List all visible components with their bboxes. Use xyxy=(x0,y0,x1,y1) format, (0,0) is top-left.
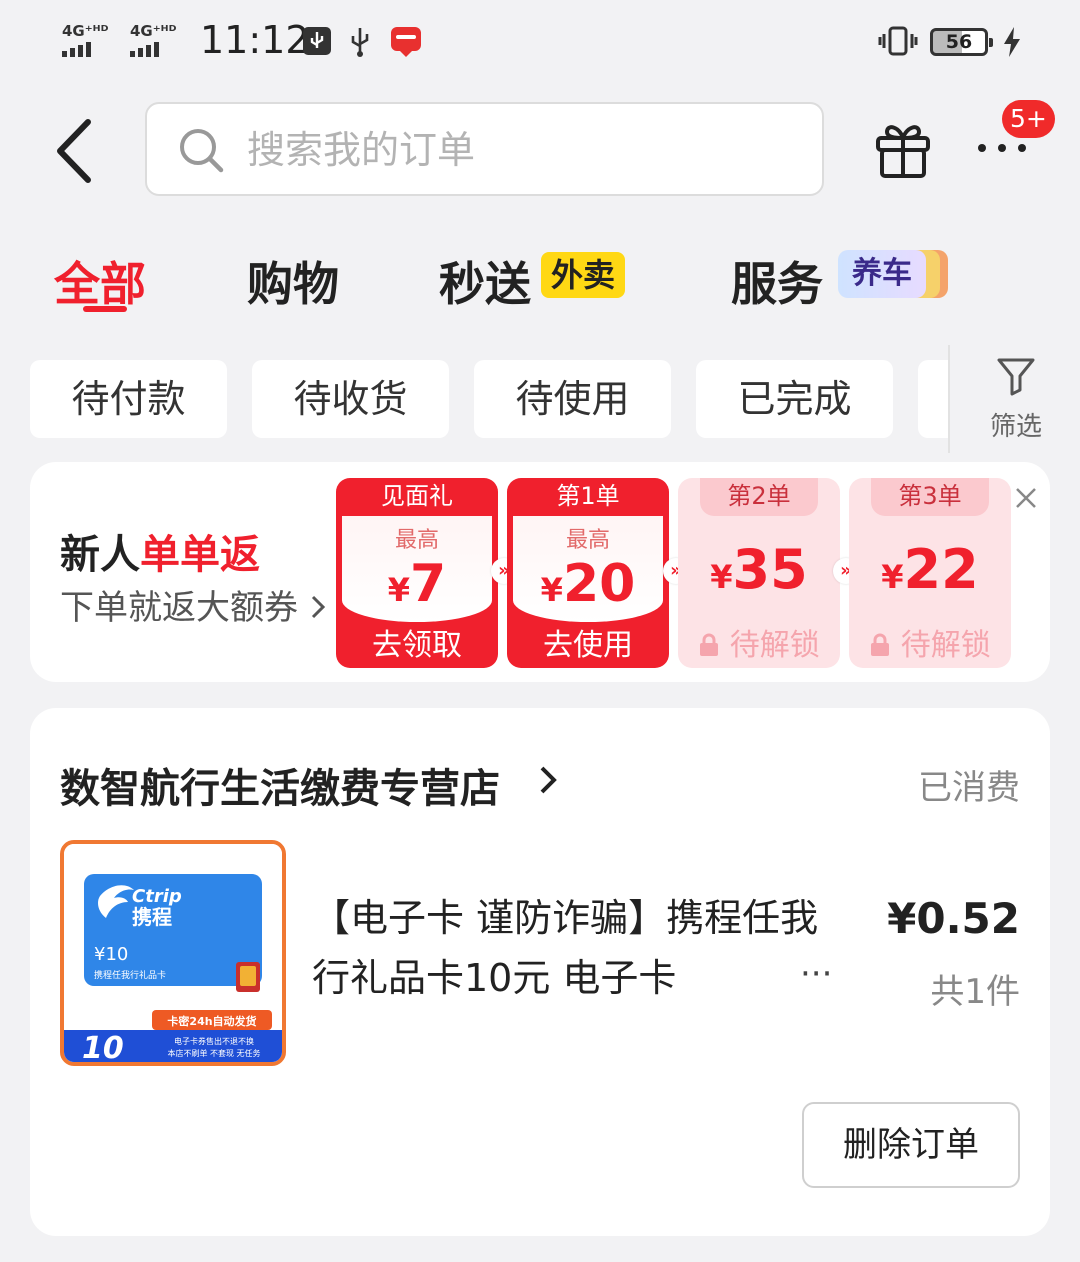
battery-indicator: 56 xyxy=(930,28,993,56)
filter-label: 筛选 xyxy=(989,412,1042,442)
coupon-currency: ¥ xyxy=(710,558,733,596)
coupon-third-order[interactable]: 第3单 ¥22 待解锁 xyxy=(849,478,1011,668)
tab-active-indicator xyxy=(83,306,127,312)
coupon-amount: ¥35 xyxy=(678,538,840,609)
coupon-head: 第2单 xyxy=(700,478,818,516)
order-price: ¥0.52 xyxy=(887,894,1020,943)
coupon-value: 35 xyxy=(732,538,808,601)
lock-icon xyxy=(700,633,719,656)
coupon-action[interactable]: 去领取 xyxy=(336,628,498,664)
tab-all[interactable]: 全部 xyxy=(54,248,146,314)
coupon-amount: ¥22 xyxy=(849,538,1011,609)
close-icon[interactable] xyxy=(1014,486,1038,510)
new-user-promo-card[interactable]: 新人单单返 下单就返大额券 见面礼 最高 ¥7 去领取 » 第1单 最高 ¥20… xyxy=(30,462,1050,682)
promo-subtitle-text: 下单就返大额券 xyxy=(60,588,298,628)
thumb-note-2: 本店不刷单 不套现 无任务 xyxy=(167,1048,260,1058)
promo-title-highlight: 单单返 xyxy=(140,532,260,578)
search-input[interactable] xyxy=(247,122,787,178)
funnel-icon xyxy=(997,358,1035,396)
cloud-pay-app-icon xyxy=(391,27,421,57)
chevron-right-icon xyxy=(311,595,325,619)
order-quantity: 共1件 xyxy=(930,972,1020,1012)
coupon-locked-text: 待解锁 xyxy=(900,628,991,663)
ctrip-gift-card-image: Ctrip 携程 ¥10 携程任我行礼品卡 卡密24h自动发货 10 电子卡券售… xyxy=(64,844,282,1062)
coupon-head: 见面礼 xyxy=(381,482,453,510)
thumb-card-name: 携程任我行礼品卡 xyxy=(94,969,166,981)
tab-delivery[interactable]: 秒送 xyxy=(439,248,531,314)
store-name[interactable]: 数智航行生活缴费专营店 xyxy=(60,756,500,814)
coupon-locked-label: 待解锁 xyxy=(849,628,1011,664)
coupon-currency: ¥ xyxy=(387,571,411,609)
tab-delivery-tag: 外卖 xyxy=(541,252,626,298)
clock: 11:12 xyxy=(200,18,310,62)
tab-services-tag: 养车 xyxy=(838,250,948,298)
promo-title-prefix: 新人 xyxy=(60,532,140,578)
coupon-welcome-gift[interactable]: 见面礼 最高 ¥7 去领取 xyxy=(336,478,498,668)
order-status: 已消费 xyxy=(918,768,1020,808)
filter-chip-completed[interactable]: 已完成 xyxy=(696,360,893,438)
signal-indicator-2: 4G⁺ᴴᴰ xyxy=(130,24,176,57)
tab-shopping[interactable]: 购物 xyxy=(247,248,339,314)
filter-chip-pending-use[interactable]: 待使用 xyxy=(474,360,671,438)
filter-button[interactable]: 筛选 xyxy=(978,356,1054,443)
charging-icon xyxy=(1004,27,1020,57)
thumb-brand-cn: 携程 xyxy=(132,905,172,929)
coupon-currency: ¥ xyxy=(540,571,563,609)
filter-chip-pending-receipt[interactable]: 待收货 xyxy=(252,360,449,438)
coupon-head: 第1单 xyxy=(556,482,620,510)
filter-chip-pending-payment[interactable]: 待付款 xyxy=(30,360,227,438)
network-type-1: 4G⁺ᴴᴰ xyxy=(62,22,109,40)
notification-badge: 5+ xyxy=(1002,100,1055,138)
gift-icon[interactable] xyxy=(872,118,934,180)
thumb-note-1: 电子卡券售出不退不换 xyxy=(174,1036,254,1046)
order-card[interactable]: 数智航行生活缴费专营店 已消费 Ctrip 携程 ¥10 携程任我行礼品卡 卡密… xyxy=(30,708,1050,1236)
tab-services[interactable]: 服务 xyxy=(731,248,823,314)
coupon-action[interactable]: 去使用 xyxy=(507,628,669,664)
coupon-max-label: 最高 xyxy=(565,528,610,553)
thumb-brand: Ctrip xyxy=(132,886,182,907)
filter-divider xyxy=(948,345,950,453)
delete-order-button[interactable]: 删除订单 xyxy=(802,1102,1020,1188)
search-box[interactable] xyxy=(145,102,824,196)
usb-icon xyxy=(351,28,369,57)
promo-title: 新人单单返 xyxy=(60,522,260,580)
network-type-2: 4G⁺ᴴᴰ xyxy=(130,22,177,40)
product-name-ellipsis: ··· xyxy=(800,954,833,994)
coupon-first-order[interactable]: 第1单 最高 ¥20 去使用 xyxy=(507,478,669,668)
promo-subtitle[interactable]: 下单就返大额券 xyxy=(60,580,327,629)
product-name[interactable]: 【电子卡 谨防诈骗】携程任我行礼品卡10元 电子卡 xyxy=(312,888,832,1008)
coupon-second-order[interactable]: 第2单 ¥35 待解锁 xyxy=(678,478,840,668)
search-icon xyxy=(180,129,224,173)
thumb-banner: 卡密24h自动发货 xyxy=(167,1014,256,1028)
usb-debug-icon xyxy=(303,27,331,55)
coupon-locked-text: 待解锁 xyxy=(729,628,820,663)
coupon-value: 20 xyxy=(562,554,636,614)
coupon-value: 22 xyxy=(903,538,979,601)
coupon-max-label: 最高 xyxy=(394,528,439,553)
coupon-amount: ¥20 xyxy=(507,554,669,620)
signal-indicator-1: 4G⁺ᴴᴰ xyxy=(62,24,108,57)
filter-chip-overflow[interactable] xyxy=(918,360,948,438)
coupon-amount: ¥7 xyxy=(336,554,498,620)
chevron-right-icon[interactable] xyxy=(538,764,558,796)
vibrate-icon xyxy=(878,26,918,56)
lock-icon xyxy=(871,633,890,656)
coupon-head: 第3单 xyxy=(871,478,989,516)
thumb-big-number: 10 xyxy=(82,1031,124,1062)
thumb-card-value: ¥10 xyxy=(94,944,128,965)
tab-services-tag-label: 养车 xyxy=(838,250,926,298)
coupon-locked-label: 待解锁 xyxy=(678,628,840,664)
back-icon[interactable] xyxy=(52,116,112,186)
product-thumbnail[interactable]: Ctrip 携程 ¥10 携程任我行礼品卡 卡密24h自动发货 10 电子卡券售… xyxy=(60,840,286,1066)
status-bar: 4G⁺ᴴᴰ 4G⁺ᴴᴰ 11:12 56 xyxy=(0,0,1080,80)
coupon-value: 7 xyxy=(410,554,447,614)
coupon-currency: ¥ xyxy=(881,558,904,596)
